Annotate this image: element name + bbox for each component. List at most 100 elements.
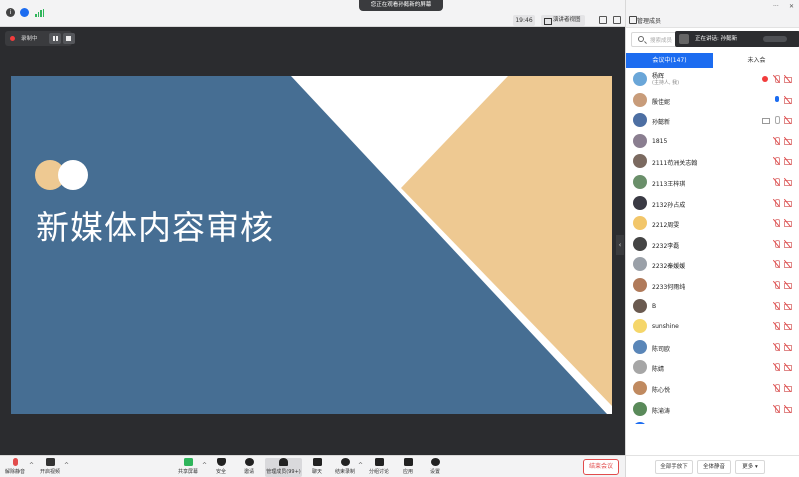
member-name: sunshine	[652, 323, 679, 331]
avatar	[633, 339, 647, 354]
camera-off-icon[interactable]	[784, 384, 792, 392]
member-name: 2132孙占成	[652, 201, 686, 209]
settings-button[interactable]: 设置	[425, 458, 445, 477]
mic-off-icon	[12, 458, 18, 466]
fullscreen-icon[interactable]	[599, 16, 607, 24]
mic-off-icon[interactable]	[773, 219, 780, 228]
more-icon[interactable]: ···	[773, 3, 779, 10]
camera-off-icon[interactable]	[784, 302, 792, 310]
member-row[interactable]: 杨辉 (主持人, 我)	[626, 69, 799, 89]
mic-off-icon[interactable]	[773, 260, 780, 269]
pause-recording-button[interactable]	[49, 33, 61, 44]
member-row[interactable]: 1815	[626, 131, 799, 151]
mic-off-icon[interactable]	[773, 157, 780, 166]
share-options-chevron-icon[interactable]: ^	[202, 462, 207, 469]
mic-off-icon[interactable]	[773, 342, 780, 351]
invite-button[interactable]: 邀请	[238, 458, 260, 477]
lower-all-hands-button[interactable]: 全部手放下	[655, 460, 693, 474]
collapse-panel-handle[interactable]: ‹	[616, 235, 624, 255]
apps-button[interactable]: 应用	[398, 458, 418, 477]
mic-off-icon[interactable]	[773, 198, 780, 207]
member-row[interactable]: 2232李磊	[626, 234, 799, 254]
member-row[interactable]: 孙懿新	[626, 110, 799, 130]
member-name: 2113王梓琪	[652, 181, 686, 188]
mic-off-icon[interactable]	[773, 281, 780, 289]
member-role: (主持人, 我)	[652, 80, 680, 86]
audio-options-chevron-icon[interactable]: ^	[29, 462, 34, 469]
avatar	[633, 381, 647, 395]
member-row[interactable]: 陈司欧	[626, 337, 799, 357]
chat-button[interactable]: 聊天	[307, 458, 327, 477]
avatar	[633, 257, 647, 272]
camera-off-icon[interactable]	[784, 116, 792, 125]
mic-icon[interactable]	[773, 116, 780, 125]
security-button[interactable]: 安全	[211, 458, 231, 477]
mic-off-icon[interactable]	[773, 136, 780, 145]
camera-off-icon[interactable]	[784, 281, 792, 289]
avatar	[633, 175, 647, 189]
camera-off-icon[interactable]	[784, 363, 792, 372]
screen-share-icon[interactable]	[762, 116, 770, 125]
close-icon[interactable]: ✕	[789, 3, 794, 10]
start-video-button[interactable]: 开启视频	[37, 458, 63, 477]
layout-icon[interactable]	[613, 16, 621, 24]
camera-off-icon[interactable]	[784, 75, 792, 83]
camera-off-icon[interactable]	[784, 322, 792, 331]
mic-off-icon[interactable]	[773, 363, 780, 372]
mic-off-icon[interactable]	[773, 404, 780, 413]
shield-icon	[216, 458, 226, 466]
member-row[interactable]: 2232秦媛媛	[626, 254, 799, 274]
camera-off-icon[interactable]	[784, 240, 792, 248]
member-row[interactable]: sunshine	[626, 316, 799, 336]
member-row[interactable]: B	[626, 296, 799, 316]
mic-off-icon[interactable]	[773, 239, 780, 248]
avatar	[633, 319, 647, 334]
video-options-chevron-icon[interactable]: ^	[64, 462, 69, 469]
member-row[interactable]: 陈渝涛	[626, 399, 799, 419]
view-mode-button[interactable]: 演讲者视图	[541, 15, 585, 26]
camera-off-icon[interactable]	[784, 137, 792, 145]
member-row[interactable]: 2132孙占成	[626, 193, 799, 213]
signal-icon[interactable]	[35, 8, 44, 17]
manage-members-button[interactable]: 管理成员(99+)	[265, 458, 302, 477]
camera-off-icon[interactable]	[784, 96, 792, 104]
camera-off-icon[interactable]	[784, 157, 792, 166]
camera-off-icon[interactable]	[784, 178, 792, 186]
camera-off-icon[interactable]	[784, 199, 792, 207]
end-meeting-button[interactable]: 结束会议	[583, 459, 619, 475]
member-row[interactable]: 2212周雯	[626, 213, 799, 233]
camera-off-icon[interactable]	[784, 260, 792, 269]
member-row[interactable]: 陈婧	[626, 357, 799, 377]
mic-off-icon[interactable]	[773, 384, 780, 392]
share-screen-button[interactable]: 共享屏幕	[175, 458, 201, 477]
recording-icon[interactable]	[762, 75, 769, 83]
tab-not-joined[interactable]: 未入会	[713, 53, 799, 68]
camera-off-icon[interactable]	[784, 219, 792, 228]
mic-off-icon[interactable]	[773, 301, 780, 310]
breakout-rooms-button[interactable]: 分组讨论	[367, 458, 391, 477]
mic-off-icon[interactable]	[773, 178, 780, 186]
mute-all-button[interactable]: 全体静音	[697, 460, 731, 474]
unmute-button[interactable]: 解除静音	[2, 458, 28, 477]
speaker-avatar	[679, 34, 689, 44]
mic-off-icon[interactable]	[773, 75, 780, 83]
member-row[interactable]: 2233何雨纯	[626, 275, 799, 295]
member-row[interactable]: 陈心悦	[626, 378, 799, 398]
tab-in-meeting[interactable]: 会议中(147)	[626, 53, 713, 68]
stop-recording-button[interactable]	[63, 33, 75, 44]
member-row[interactable]: 陈瑜	[626, 419, 799, 424]
member-name: 2232李磊	[652, 242, 680, 250]
shield-icon[interactable]	[20, 8, 29, 17]
member-row[interactable]: 2111苟洲关志翰	[626, 151, 799, 171]
info-icon[interactable]: i	[6, 8, 15, 17]
camera-off-icon[interactable]	[784, 405, 792, 413]
mic-on-icon[interactable]	[773, 95, 780, 104]
end-recording-button[interactable]: 结束录制	[333, 458, 357, 477]
more-options-button[interactable]: 更多 ▾	[735, 460, 765, 474]
mic-off-icon[interactable]	[773, 322, 780, 331]
member-row[interactable]: 2113王梓琪	[626, 172, 799, 192]
camera-off-icon[interactable]	[784, 343, 792, 351]
record-options-chevron-icon[interactable]: ^	[358, 462, 363, 469]
member-row[interactable]: 殷佳妮	[626, 90, 799, 110]
sharing-banner: 您正在观看孙懿新的屏幕	[359, 0, 443, 11]
